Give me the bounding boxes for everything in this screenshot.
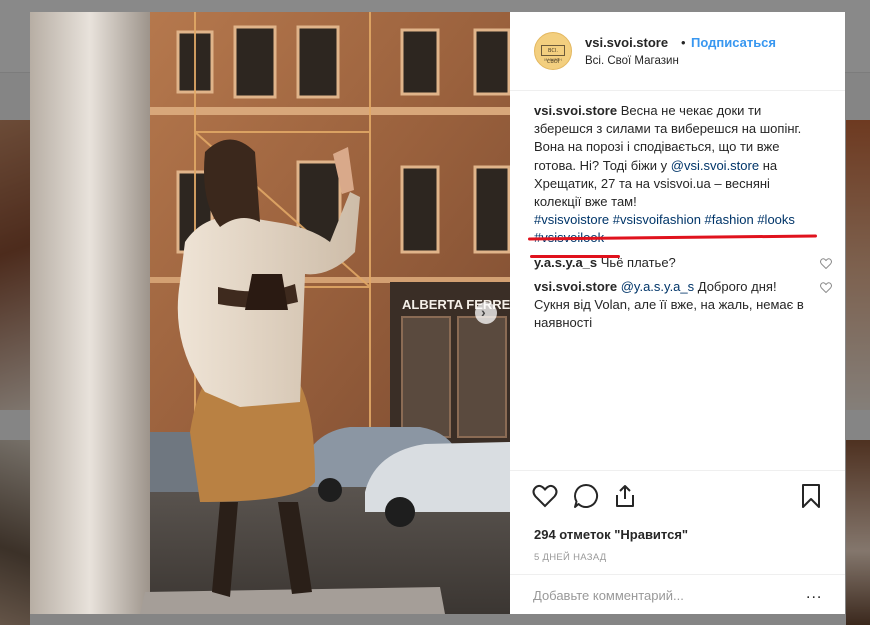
next-photo-button[interactable]: › [475,302,497,324]
post-username[interactable]: vsi.svoi.store [585,35,668,50]
chevron-right-icon: › [481,304,486,320]
post-modal: ALBERTA FERRE › ВСІ. СВОЇ МАГАЗИН vsi.sv… [30,12,845,614]
share-icon[interactable] [612,483,638,509]
caption-author[interactable]: vsi.svoi.store [534,103,617,118]
small-heart-icon[interactable] [820,282,832,293]
caption-mention[interactable]: @vsi.svoi.store [671,158,759,173]
avatar-logo: ВСІ. СВОЇ [541,45,565,65]
heart-icon[interactable] [532,483,558,509]
comment-text: Чьё платье? [597,254,676,270]
post-actions: 294 отметок "Нравится" 5 ДНЕЙ НАЗАД ... [510,470,845,615]
avatar-logo-sub: МАГАЗИН [544,58,562,62]
post-photo[interactable]: ALBERTA FERRE › [30,12,510,614]
post-timestamp[interactable]: 5 ДНЕЙ НАЗАД [534,552,607,563]
photo-illustration: ALBERTA FERRE [30,12,510,614]
bookmark-icon[interactable] [798,483,824,509]
avatar[interactable]: ВСІ. СВОЇ МАГАЗИН [534,32,572,70]
comment-author[interactable]: y.a.s.y.a_s [534,255,597,270]
comment-icon[interactable] [573,483,599,509]
comment: y.a.s.y.a_s Чьё платье? [534,254,832,272]
comment-author[interactable]: vsi.svoi.store [534,279,617,294]
likes-count[interactable]: 294 отметок "Нравится" [534,527,688,542]
comments-list: vsi.svoi.store Весна не чекає доки ти зб… [527,102,832,338]
follow-button[interactable]: Подписаться [691,35,776,50]
hashtag-link[interactable]: #looks [757,212,795,227]
comment: vsi.svoi.store @y.a.s.y.a_s Доброго дня!… [534,278,832,333]
more-options-button[interactable]: ... [806,585,822,603]
comment-mention[interactable]: @y.a.s.y.a_s [621,279,694,294]
hashtag-link[interactable]: #vsisvoifashion [613,212,701,227]
add-comment-bar: ... [510,574,845,616]
post-location[interactable]: Всі. Свої Магазин [585,55,679,67]
small-heart-icon[interactable] [820,257,832,269]
hashtag-link[interactable]: #vsisvoistore [534,212,609,227]
hashtag-link[interactable]: #fashion [705,212,754,227]
separator-dot: • [681,35,686,50]
caption: vsi.svoi.store Весна не чекає доки ти зб… [527,102,822,258]
post-sidebar: ВСІ. СВОЇ МАГАЗИН vsi.svoi.store • Подпи… [510,12,845,614]
comment-input[interactable] [533,583,773,607]
post-header: ВСІ. СВОЇ МАГАЗИН vsi.svoi.store • Подпи… [510,12,845,91]
